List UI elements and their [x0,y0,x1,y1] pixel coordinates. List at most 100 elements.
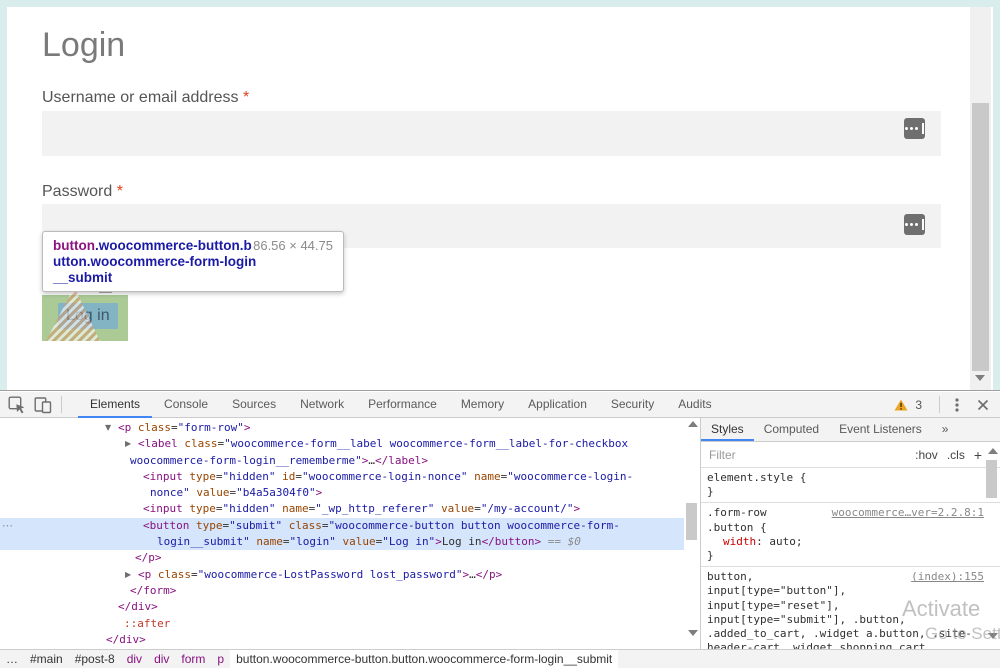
code-line[interactable]: <input type="hidden" name="_wp_http_refe… [0,501,684,517]
code-line[interactable]: </form> [0,583,684,599]
page-frame-right [993,0,1000,443]
page-scrollbar-thumb[interactable] [972,103,989,371]
css-property[interactable]: width: auto; [707,535,982,549]
styles-tab-computed[interactable]: Computed [754,418,829,441]
close-devtools-icon[interactable] [972,394,994,416]
code-token: "b4a5a304f0" [236,486,315,499]
code-token: type [189,502,216,515]
css-selector-line[interactable]: .button { [707,521,982,535]
breadcrumb-item[interactable]: button.woocommerce-button.button.woocomm… [230,650,618,668]
css-selector-line[interactable]: } [707,485,982,499]
code-token: "/my-account/" [481,502,574,515]
styles-tab-bar: StylesComputedEvent Listeners» [701,418,1000,442]
code-token: woocommerce-form-login__rememberme" [130,454,362,467]
page-scroll-down-icon[interactable] [975,375,985,381]
hover-state-toggle[interactable]: :hov [915,448,938,462]
breadcrumb-item[interactable]: #post-8 [69,650,121,668]
code-line[interactable]: woocommerce-form-login__rememberme">…</l… [0,453,684,469]
code-token: "woocommerce-LostPassword lost_password" [198,568,463,581]
code-line[interactable]: <input type="hidden" id="woocommerce-log… [0,469,684,485]
code-line[interactable]: ::after [0,616,684,632]
page-frame-top [0,0,1000,7]
code-token: </label> [375,454,428,467]
style-rule[interactable]: element.style {} [701,468,1000,503]
warning-count[interactable]: 3 [915,398,922,412]
breadcrumb-item[interactable]: p [211,650,230,668]
code-line[interactable]: </div> [0,599,684,615]
devtools-tab-elements[interactable]: Elements [78,392,152,418]
class-toggle[interactable]: .cls [947,448,965,462]
devtools-tab-console[interactable]: Console [152,392,220,418]
devtools-tab-memory[interactable]: Memory [449,392,516,418]
code-token: "Log in" [382,535,435,548]
css-selector-line[interactable]: element.style { [707,471,982,485]
devtools-tab-network[interactable]: Network [288,392,356,418]
activate-watermark-line2: Go to Setti [925,624,1000,644]
password-manager-autofill-icon[interactable] [904,118,925,139]
code-token: name [256,535,283,548]
code-token: > [435,535,442,548]
styles-scrollbar-thumb[interactable] [986,460,997,498]
elements-scroll-up-icon[interactable] [688,421,698,427]
elements-scroll-down-icon[interactable] [688,630,698,636]
code-line[interactable]: </p> [0,550,684,566]
breadcrumb-item[interactable]: … [0,650,24,668]
code-line[interactable]: ▶<p class="woocommerce-LostPassword lost… [0,567,684,583]
collapse-arrow-icon[interactable]: ▼ [105,420,111,436]
devtools-tab-sources[interactable]: Sources [220,392,288,418]
css-selector-line[interactable]: } [707,549,982,563]
stylesheet-source-link[interactable]: (index):155 [911,570,984,584]
code-line[interactable]: </div> [0,632,684,648]
page-title: Login [42,26,125,65]
styles-tab-event-listeners[interactable]: Event Listeners [829,418,932,441]
expand-arrow-icon[interactable]: ▶ [125,436,131,452]
new-style-rule-button[interactable]: + [974,447,982,463]
code-line[interactable]: <button type="submit" class="woocommerce… [0,518,684,534]
code-token: </div> [118,600,158,613]
devtools-tab-bar: ElementsConsoleSourcesNetworkPerformance… [78,392,724,418]
styles-tab--[interactable]: » [932,418,959,441]
code-token: <p [138,568,158,581]
code-token: = [171,421,178,434]
style-rule[interactable]: woocommerce…ver=2.2.8:1.form-row.button … [701,503,1000,567]
toolbar-separator [61,396,62,413]
device-toolbar-icon[interactable] [34,396,52,414]
devtools-tab-application[interactable]: Application [516,392,599,418]
code-line[interactable]: ▼<p class="form-row"> [0,420,684,436]
elements-scrollbar-thumb[interactable] [686,503,697,540]
username-input[interactable] [42,111,941,156]
devtools-tab-performance[interactable]: Performance [356,392,449,418]
inspect-element-icon[interactable] [8,396,26,414]
breadcrumb-item[interactable]: #main [24,650,69,668]
page-frame-left [0,0,7,390]
styles-tab-styles[interactable]: Styles [701,418,754,441]
kebab-menu-icon[interactable] [946,394,968,416]
breadcrumb-item[interactable]: form [175,650,211,668]
tooltip-selector-line3: __submit [53,270,333,286]
code-token: </form> [130,584,176,597]
toolbar-separator [939,396,940,413]
code-token: <input [143,502,189,515]
code-line[interactable]: ▶<label class="woocommerce-form__label w… [0,436,684,452]
code-line[interactable]: login__submit" name="login" value="Log i… [0,534,684,550]
code-token: > [574,502,581,515]
code-token: name [282,502,309,515]
warning-icon[interactable] [890,394,912,416]
styles-filter-row: Filter :hov .cls + [701,442,1000,468]
styles-scroll-up-icon[interactable] [988,448,998,454]
code-token: type [189,470,216,483]
devtools-tab-security[interactable]: Security [599,392,666,418]
expand-arrow-icon[interactable]: ▶ [125,567,131,583]
breadcrumb-item[interactable]: div [148,650,175,668]
styles-filter-input[interactable]: Filter [709,448,915,462]
code-line[interactable]: nonce" value="b4a5a304f0"> [0,485,684,501]
row-actions-icon[interactable]: ⋯ [2,519,14,532]
inspect-tooltip: 86.56 × 44.75 button.woocommerce-button.… [42,231,344,292]
breadcrumb-item[interactable]: div [121,650,148,668]
stylesheet-source-link[interactable]: woocommerce…ver=2.2.8:1 [832,506,984,520]
code-token: … [469,568,476,581]
code-token: "login" [289,535,335,548]
password-manager-autofill-icon[interactable] [904,214,925,235]
code-token: class [289,519,322,532]
devtools-tab-audits[interactable]: Audits [666,392,723,418]
